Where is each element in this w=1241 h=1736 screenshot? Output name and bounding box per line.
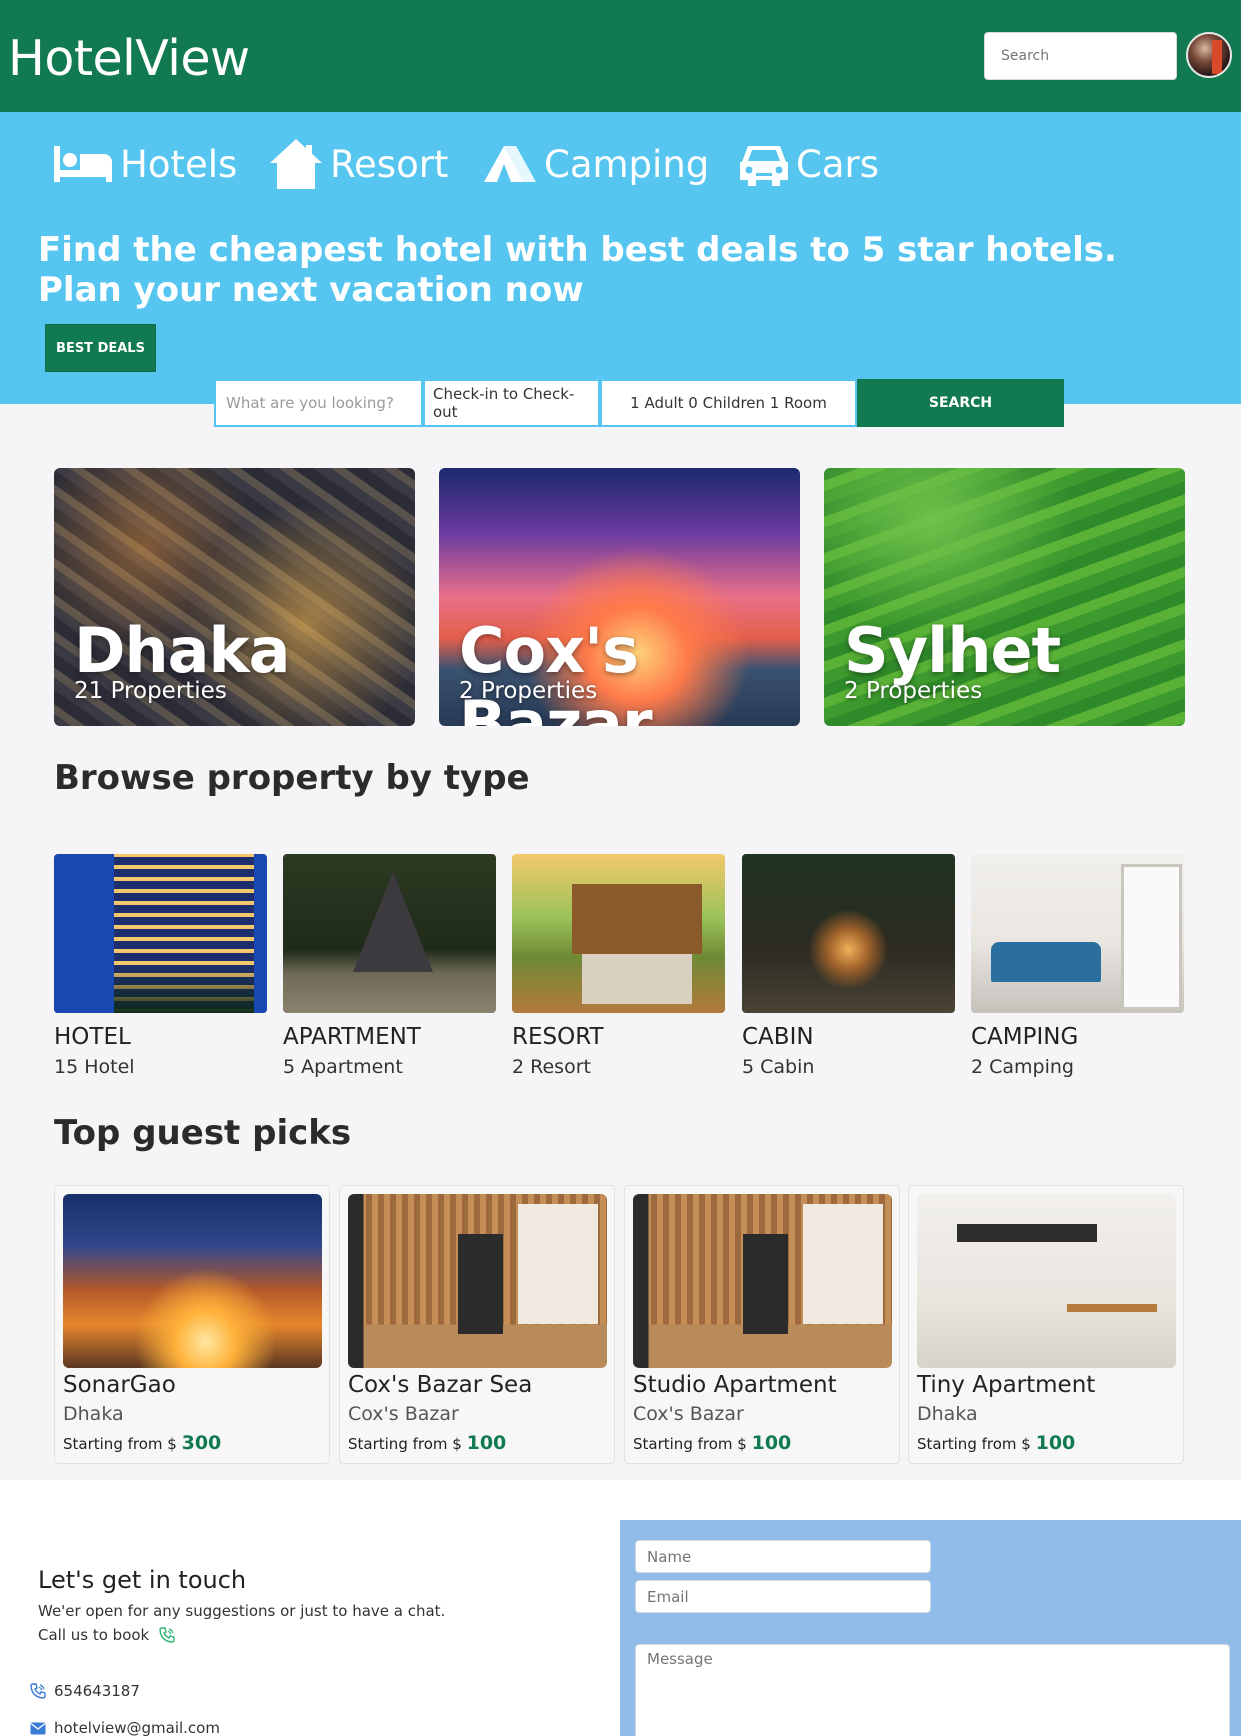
pick-card-tiny-apartment[interactable]: Tiny Apartment Dhaka Starting from $ 100 [908, 1185, 1184, 1464]
price-amount: 100 [1035, 1432, 1076, 1454]
pick-name: SonarGao [63, 1372, 176, 1398]
pick-name: Studio Apartment [633, 1372, 837, 1398]
type-name: RESORT [512, 1024, 604, 1050]
house-icon [270, 139, 322, 189]
destination-input[interactable]: What are you looking? [214, 379, 423, 427]
call-text: Call us to book [38, 1626, 150, 1644]
type-name: CAMPING [971, 1024, 1079, 1050]
price-amount: 100 [466, 1432, 507, 1454]
contact-email[interactable]: hotelview@gmail.com [30, 1719, 220, 1736]
hero-headline: Find the cheapest hotel with best deals … [38, 230, 1138, 310]
best-deals-button[interactable]: BEST DEALS [45, 324, 156, 372]
bed-icon [54, 146, 112, 182]
pick-name: Cox's Bazar Sea [348, 1372, 533, 1398]
pick-price: Starting from $ 100 [348, 1432, 506, 1454]
hero-headline-line2: Plan your next vacation now [38, 270, 584, 310]
type-image-camping[interactable] [971, 854, 1184, 1013]
type-count: 15 Hotel [54, 1056, 135, 1078]
pick-name: Tiny Apartment [917, 1372, 1096, 1398]
car-icon [740, 146, 788, 186]
type-count: 2 Resort [512, 1056, 591, 1078]
city-properties-count: 2 Properties [459, 678, 598, 704]
brand-logo[interactable]: HotelView [8, 30, 250, 87]
guests-rooms-selector[interactable]: 1 Adult 0 Children 1 Room [600, 379, 857, 427]
category-label: Hotels [120, 142, 238, 186]
type-count: 2 Camping [971, 1056, 1074, 1078]
city-properties-count: 2 Properties [844, 678, 983, 704]
price-amount: 100 [751, 1432, 792, 1454]
category-label: Camping [544, 142, 710, 186]
pick-price: Starting from $ 300 [63, 1432, 221, 1454]
category-resort[interactable]: Resort [268, 134, 448, 194]
email-field[interactable] [635, 1580, 931, 1613]
contact-form [620, 1520, 1241, 1736]
header-search-input[interactable] [984, 32, 1177, 80]
price-prefix: Starting from $ [917, 1435, 1031, 1453]
pick-location: Cox's Bazar [348, 1403, 459, 1425]
city-card-dhaka[interactable]: Dhaka 21 Properties [54, 468, 415, 726]
pick-image [917, 1194, 1176, 1368]
city-card-coxs-bazar[interactable]: Cox's Bazar 2 Properties [439, 468, 800, 726]
tent-icon [484, 146, 536, 182]
category-hotels[interactable]: Hotels [52, 134, 237, 194]
search-button[interactable]: SEARCH [857, 379, 1064, 427]
picks-heading: Top guest picks [54, 1113, 352, 1153]
name-field[interactable] [635, 1540, 931, 1573]
hero-headline-line1: Find the cheapest hotel with best deals … [38, 230, 1117, 270]
date-range-picker[interactable]: Check-in to Check-out [423, 379, 600, 427]
hero-banner: Hotels Resort Camping Cars Find the chea… [0, 112, 1241, 404]
pick-location: Dhaka [63, 1403, 124, 1425]
category-label: Cars [796, 142, 879, 186]
pick-image [348, 1194, 607, 1368]
contact-title: Let's get in touch [38, 1566, 247, 1594]
type-count: 5 Cabin [742, 1056, 815, 1078]
user-avatar[interactable] [1186, 32, 1232, 78]
email-address: hotelview@gmail.com [54, 1719, 220, 1736]
price-amount: 300 [181, 1432, 222, 1454]
pick-price: Starting from $ 100 [917, 1432, 1075, 1454]
top-navbar: HotelView [0, 0, 1241, 112]
city-name: Sylhet [844, 614, 1061, 687]
message-field[interactable] [635, 1644, 1230, 1736]
pick-location: Dhaka [917, 1403, 978, 1425]
pick-price: Starting from $ 100 [633, 1432, 791, 1454]
phone-icon [30, 1683, 46, 1699]
category-label: Resort [330, 142, 449, 186]
pick-card-coxs-bazar-sea[interactable]: Cox's Bazar Sea Cox's Bazar Starting fro… [339, 1185, 615, 1464]
pick-card-sonargao[interactable]: SonarGao Dhaka Starting from $ 300 [54, 1185, 330, 1464]
contact-phone[interactable]: 654643187 [30, 1682, 140, 1700]
category-cars[interactable]: Cars [738, 134, 879, 194]
contact-subtitle: We'er open for any suggestions or just t… [38, 1602, 446, 1620]
type-name: APARTMENT [283, 1024, 421, 1050]
call-to-book: Call us to book [38, 1626, 175, 1644]
type-name: HOTEL [54, 1024, 131, 1050]
pick-location: Cox's Bazar [633, 1403, 744, 1425]
pick-image [63, 1194, 322, 1368]
type-name: CABIN [742, 1024, 814, 1050]
type-image-hotel[interactable] [54, 854, 267, 1013]
contact-footer: Let's get in touch We'er open for any su… [0, 1480, 1241, 1736]
city-name: Cox's Bazar [459, 614, 653, 726]
phone-number: 654643187 [54, 1682, 140, 1700]
price-prefix: Starting from $ [633, 1435, 747, 1453]
city-properties-count: 21 Properties [74, 678, 227, 704]
mail-icon [30, 1722, 46, 1734]
browse-heading: Browse property by type [54, 758, 530, 798]
city-card-sylhet[interactable]: Sylhet 2 Properties [824, 468, 1185, 726]
city-name: Dhaka [74, 614, 291, 687]
type-image-resort[interactable] [512, 854, 725, 1013]
type-count: 5 Apartment [283, 1056, 403, 1078]
pick-card-studio-apartment[interactable]: Studio Apartment Cox's Bazar Starting fr… [624, 1185, 900, 1464]
type-image-cabin[interactable] [742, 854, 955, 1013]
category-camping[interactable]: Camping [482, 134, 709, 194]
price-prefix: Starting from $ [63, 1435, 177, 1453]
price-prefix: Starting from $ [348, 1435, 462, 1453]
type-image-apartment[interactable] [283, 854, 496, 1013]
pick-image [633, 1194, 892, 1368]
phone-icon [159, 1627, 175, 1643]
